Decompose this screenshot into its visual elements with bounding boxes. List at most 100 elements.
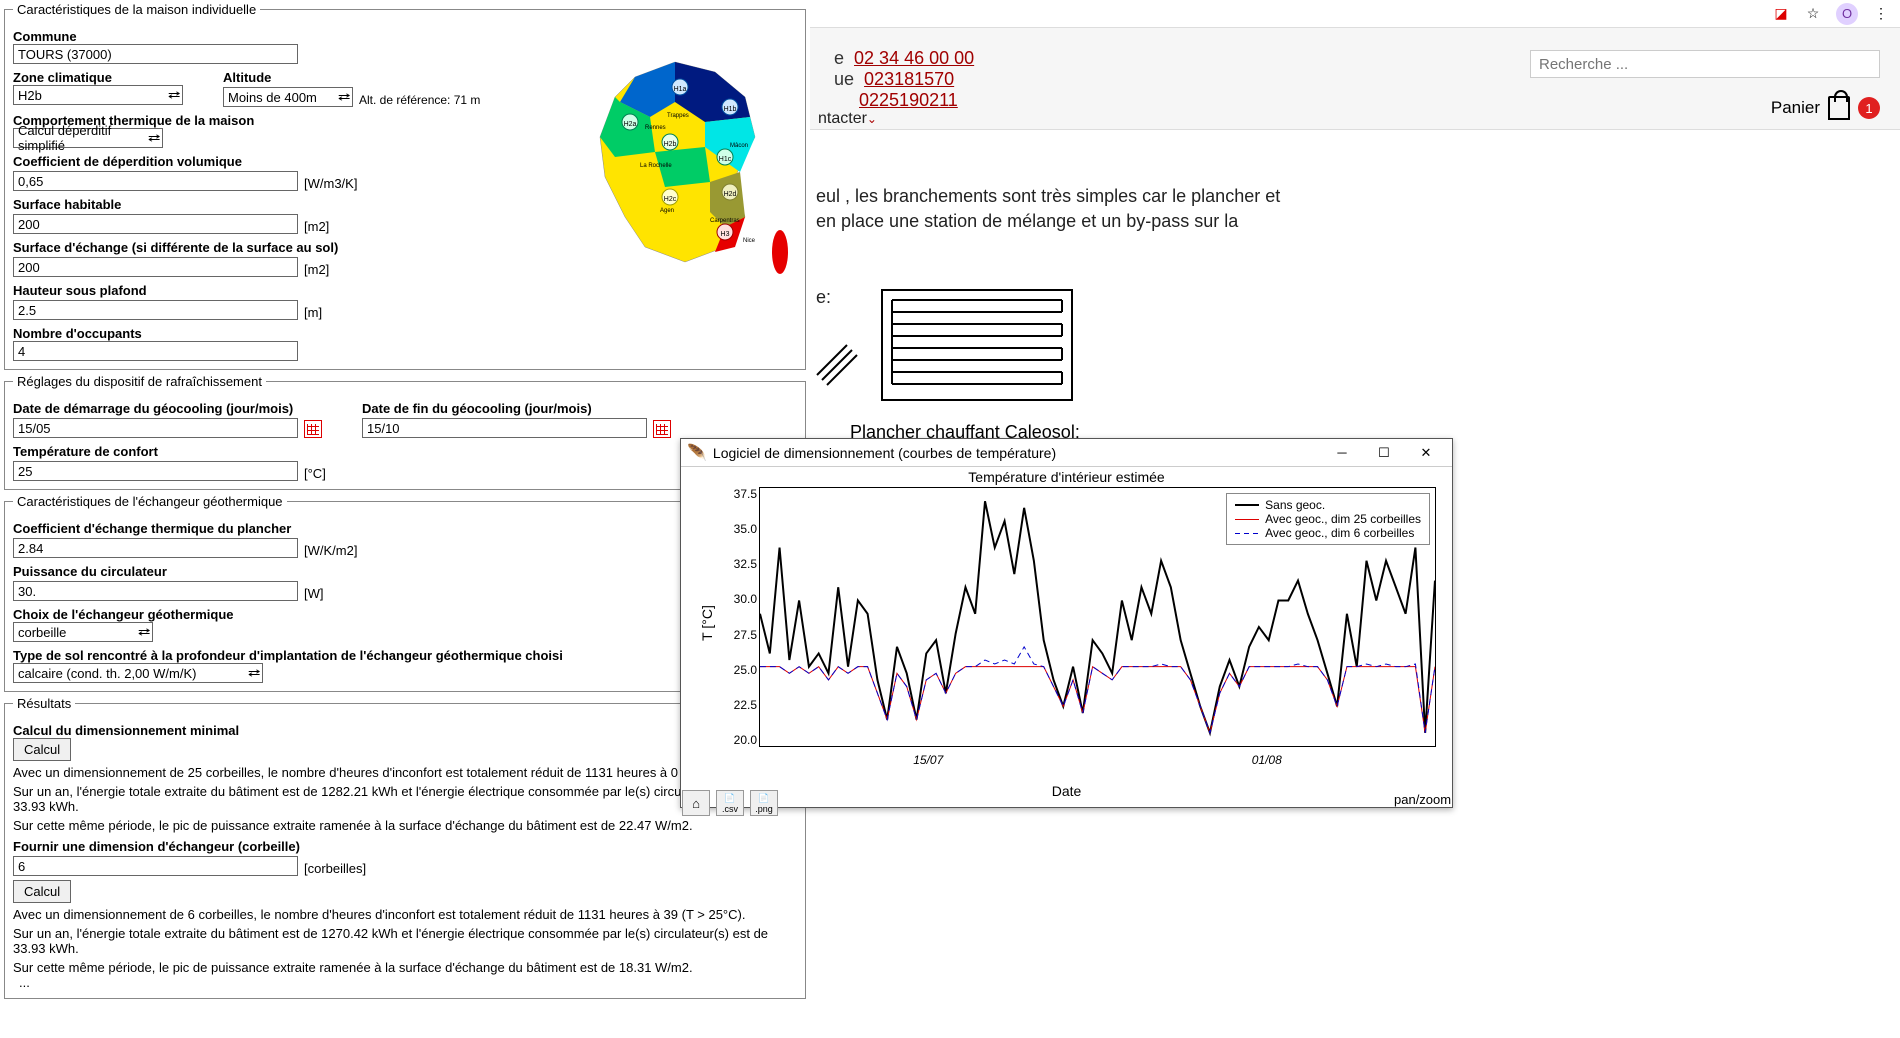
home-button[interactable]: ⌂ (682, 790, 710, 816)
svg-text:La Rochelle: La Rochelle (640, 163, 672, 169)
cart[interactable]: Panier 1 (1771, 96, 1880, 120)
altitude-dropdown[interactable]: Moins de 400m ⇄ (223, 87, 353, 107)
search-input[interactable] (1530, 50, 1880, 78)
svg-text:Carpentras: Carpentras (710, 218, 740, 224)
calcul-button-2[interactable]: Calcul (13, 880, 71, 903)
x-axis-label: Date (681, 783, 1452, 799)
occ-input[interactable] (13, 341, 298, 361)
svg-text:Rennes: Rennes (645, 125, 666, 131)
power-unit: [W] (304, 586, 324, 601)
x-ticks: 15/0701/08 (759, 753, 1436, 767)
hauteur-input[interactable] (13, 300, 298, 320)
svg-text:Trappes: Trappes (667, 113, 689, 119)
zone-dropdown[interactable]: H2b ⇄ (13, 85, 183, 105)
phone-link-1[interactable]: 02 34 46 00 00 (854, 48, 974, 68)
window-title: Logiciel de dimensionnement (courbes de … (713, 445, 1322, 461)
star-icon[interactable]: ☆ (1804, 5, 1822, 23)
extension-icon[interactable]: ◪ (1772, 5, 1790, 23)
y-ticks: 37.535.032.530.027.525.022.520.0 (721, 487, 757, 747)
calcul-button[interactable]: Calcul (13, 738, 71, 761)
calendar-icon[interactable] (304, 420, 322, 438)
site-header: e 02 34 46 00 00 ue 023181570 0225190211… (810, 28, 1900, 130)
france-map: H1a H1b H1c H2a H2b H2c H2d H3 Trappes R… (575, 47, 795, 287)
legend: Réglages du dispositif de rafraîchisseme… (13, 374, 266, 389)
chevron-down-icon: ⌄ (867, 112, 877, 126)
csv-button[interactable]: 📄.csv (716, 790, 744, 816)
altitude-label: Altitude (223, 70, 480, 85)
coef-input[interactable] (13, 171, 298, 191)
legend: Résultats (13, 696, 75, 711)
surf-hab-unit: [m2] (304, 219, 329, 234)
title-bar: 🪶 Logiciel de dimensionnement (courbes d… (681, 439, 1452, 467)
start-label: Date de démarrage du géocooling (jour/mo… (13, 401, 322, 416)
zone-label: Zone climatique (13, 70, 183, 85)
close-button[interactable]: ✕ (1406, 442, 1446, 464)
chart-toolbar: ⌂ 📄.csv 📄.png (682, 790, 778, 816)
svg-text:H3: H3 (721, 231, 730, 238)
end-label: Date de fin du géocooling (jour/mois) (362, 401, 671, 416)
coef2-unit: [W/K/m2] (304, 543, 357, 558)
browser-toolbar: ◪ ☆ O ⋮ (810, 0, 1900, 28)
svg-text:H1b: H1b (724, 106, 737, 113)
svg-text:H2b: H2b (664, 141, 677, 148)
chevron-down-icon: ⇄ (248, 668, 261, 679)
soil-dropdown[interactable]: calcaire (cond. th. 2,00 W/m/K) ⇄ (13, 663, 263, 683)
chevron-down-icon: ⇄ (138, 627, 151, 638)
choice-dropdown[interactable]: corbeille ⇄ (13, 622, 153, 642)
calendar-icon[interactable] (653, 420, 671, 438)
commune-label: Commune (13, 29, 797, 44)
avatar[interactable]: O (1836, 3, 1858, 25)
commune-input[interactable] (13, 44, 298, 64)
coef2-input[interactable] (13, 538, 298, 558)
cart-label: Panier (1771, 98, 1820, 118)
end-date-input[interactable] (362, 418, 647, 438)
svg-text:H1c: H1c (719, 156, 732, 163)
minimize-button[interactable]: ─ (1322, 442, 1362, 464)
svg-text:H1a: H1a (674, 86, 687, 93)
app-icon: 🪶 (687, 443, 707, 463)
alt-ref-text: Alt. de référence: 71 m (359, 93, 480, 107)
chevron-down-icon: ⇄ (148, 133, 161, 144)
cart-badge: 1 (1858, 97, 1880, 119)
phone-list: e 02 34 46 00 00 ue 023181570 0225190211 (834, 48, 974, 111)
result-text-4: Avec un dimensionnement de 6 corbeilles,… (13, 907, 797, 922)
svg-text:Nice: Nice (743, 238, 756, 244)
legend: Caractéristiques de l'échangeur géotherm… (13, 494, 287, 509)
result-text-5: Sur un an, l'énergie totale extraite du … (13, 926, 797, 956)
dim-label: Fournir une dimension d'échangeur (corbe… (13, 839, 797, 854)
chart-window: 🪶 Logiciel de dimensionnement (courbes d… (680, 438, 1453, 808)
start-date-input[interactable] (13, 418, 298, 438)
svg-text:Mâcon: Mâcon (730, 143, 748, 149)
legend: Sans geoc.Avec geoc., dim 25 corbeillesA… (1226, 493, 1430, 545)
pan-zoom-label: pan/zoom (1394, 792, 1898, 1038)
menu-icon[interactable]: ⋮ (1872, 5, 1890, 23)
chevron-down-icon: ⇄ (338, 92, 351, 103)
surf-hab-input[interactable] (13, 214, 298, 234)
bag-icon (1828, 96, 1850, 120)
hauteur-unit: [m] (304, 305, 322, 320)
legend: Caractéristiques de la maison individuel… (13, 2, 260, 17)
chart-title: Température d'intérieur estimée (681, 469, 1452, 485)
dim-input[interactable] (13, 856, 298, 876)
contact-menu[interactable]: ntacter⌄ (818, 110, 877, 128)
dim-unit: [corbeilles] (304, 861, 366, 876)
png-button[interactable]: 📄.png (750, 790, 778, 816)
power-input[interactable] (13, 581, 298, 601)
temp-input[interactable] (13, 461, 298, 481)
surf-ech-unit: [m2] (304, 262, 329, 277)
temp-unit: [°C] (304, 466, 326, 481)
ellipsis: ... (19, 975, 797, 990)
surf-ech-input[interactable] (13, 257, 298, 277)
comport-dropdown[interactable]: Calcul déperditif simplifié ⇄ (13, 128, 163, 148)
maximize-button[interactable]: ☐ (1364, 442, 1404, 464)
svg-text:H2c: H2c (664, 196, 677, 203)
svg-text:Agen: Agen (660, 208, 674, 214)
phone-link-3[interactable]: 0225190211 (859, 90, 958, 110)
result-text-6: Sur cette même période, le pic de puissa… (13, 960, 797, 975)
heating-diagram (812, 280, 1082, 410)
svg-text:H2d: H2d (724, 191, 737, 198)
coef-unit: [W/m3/K] (304, 176, 357, 191)
y-axis-label: T [°C] (699, 605, 715, 641)
phone-link-2[interactable]: 023181570 (864, 69, 954, 89)
occ-label: Nombre d'occupants (13, 326, 797, 341)
